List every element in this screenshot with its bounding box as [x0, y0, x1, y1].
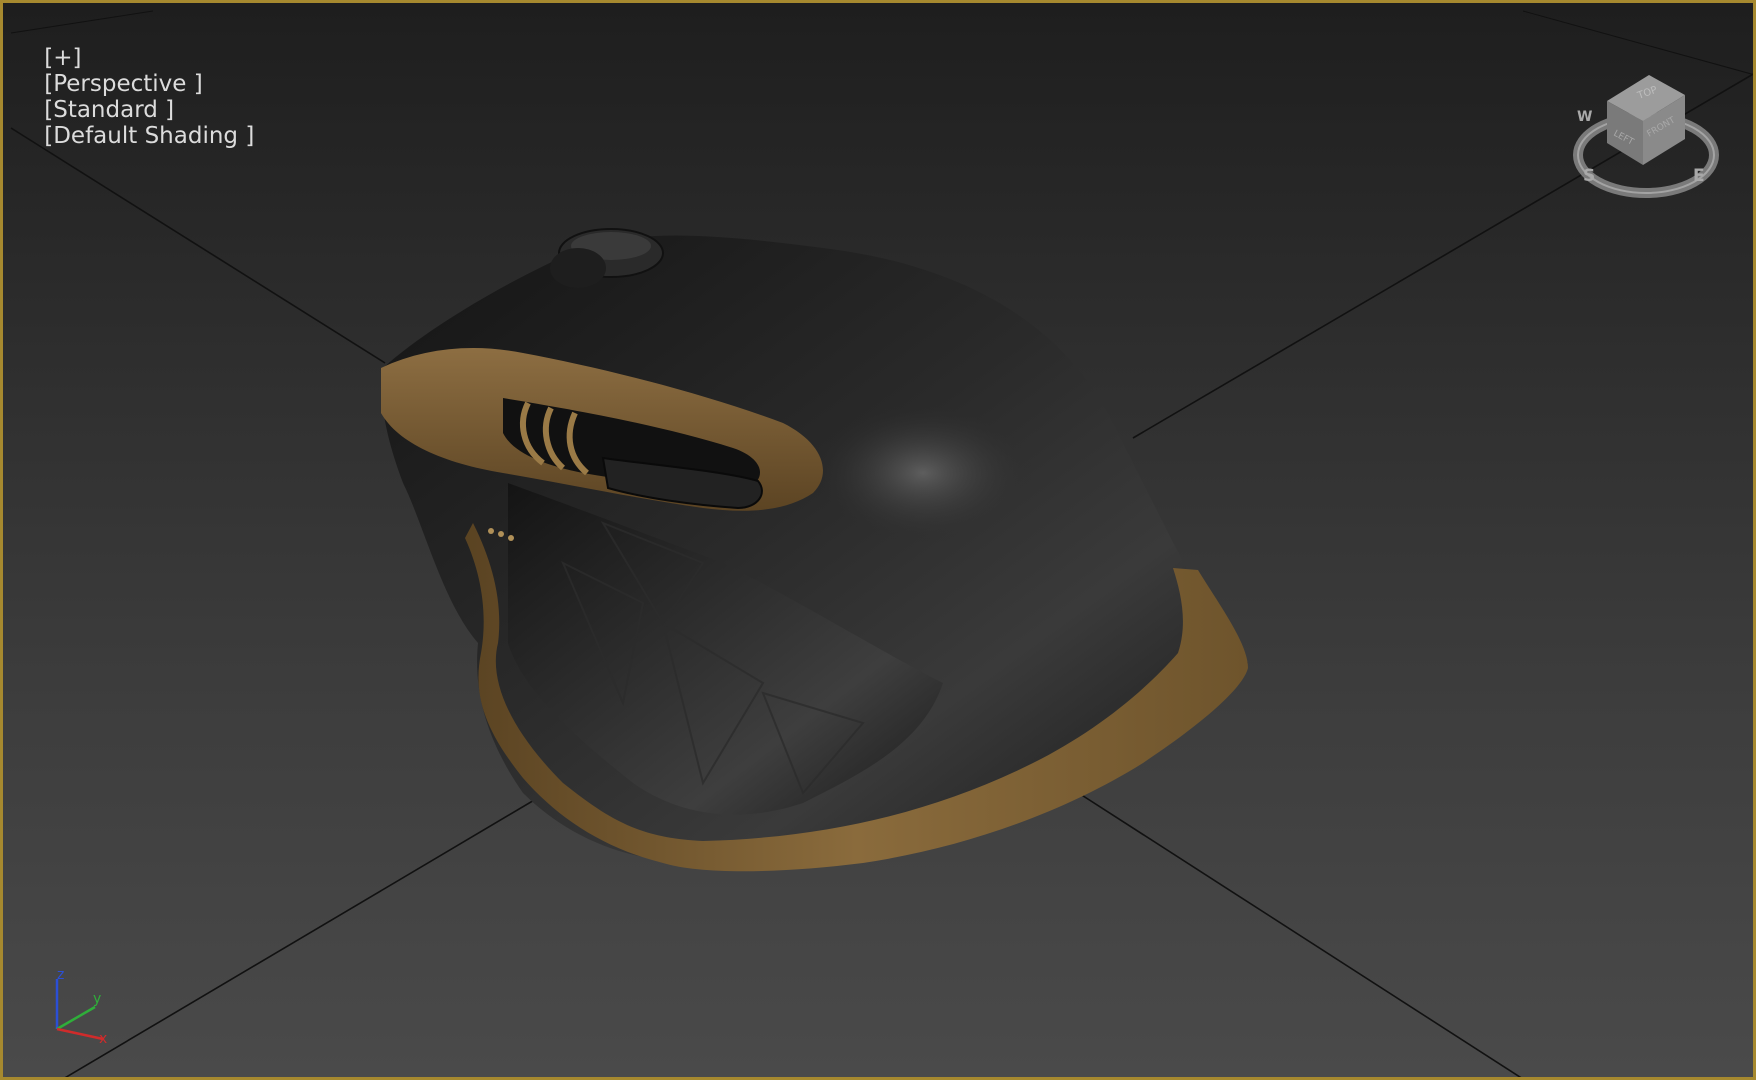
z-axis-label: z: [57, 967, 64, 983]
mouse-model[interactable]: [381, 228, 1248, 872]
compass-s-label: S: [1583, 166, 1595, 186]
viewport-point-of-view-menu[interactable]: [Perspective ]: [44, 71, 202, 97]
x-axis-line: [56, 1027, 104, 1041]
viewcube[interactable]: TOP LEFT FRONT S E W: [1571, 69, 1721, 209]
compass-w-label: W: [1577, 109, 1592, 125]
axis-tripod: z y x: [55, 967, 107, 1047]
viewport-general-menu[interactable]: [+]: [44, 45, 81, 71]
body-highlight: [813, 403, 1033, 543]
perspective-viewport[interactable]: [+] [Perspective ] [Standard ] [Default …: [0, 0, 1756, 1080]
y-axis-line: [56, 1005, 96, 1031]
scene-canvas[interactable]: [3, 3, 1756, 1080]
y-axis-label: y: [93, 991, 101, 1007]
viewport-shading-menu[interactable]: [Default Shading ]: [44, 123, 254, 149]
x-axis-label: x: [99, 1031, 107, 1047]
viewport-mode-menu[interactable]: [Standard ]: [44, 97, 174, 123]
viewport-label-menu: [+] [Perspective ] [Standard ] [Default …: [15, 19, 254, 175]
compass-e-label: E: [1693, 166, 1705, 186]
